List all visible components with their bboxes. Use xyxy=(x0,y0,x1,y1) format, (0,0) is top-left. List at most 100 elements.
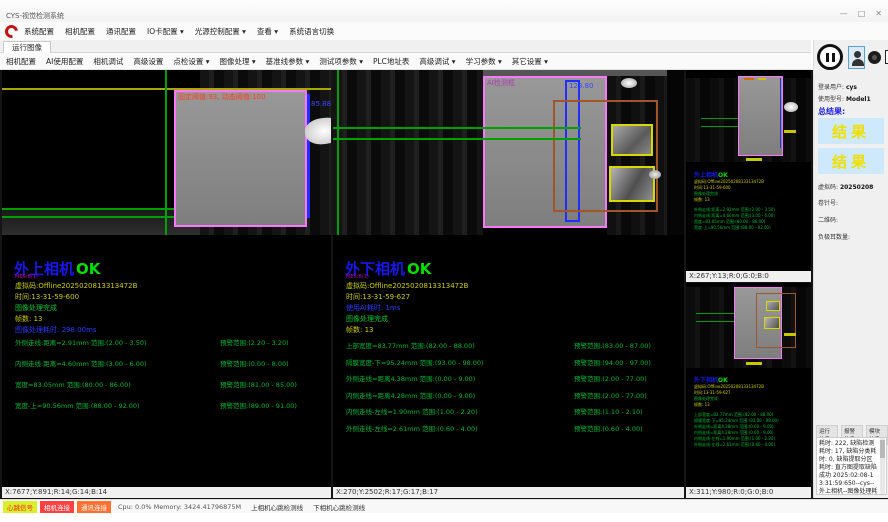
blue-measure-label: 123.80 xyxy=(569,82,594,90)
login-user-label: 登录用户: xyxy=(818,84,844,91)
menu-view[interactable]: 查看 ▾ xyxy=(257,26,278,37)
micro-annotation xyxy=(784,130,796,133)
lower-camera-heartbeat[interactable]: 下相机心跳检测线 xyxy=(313,502,365,512)
model-value: Model1 xyxy=(846,96,871,103)
menu-comm-config[interactable]: 通讯配置 xyxy=(106,26,136,37)
menu-system-config[interactable]: 系统配置 xyxy=(24,26,54,37)
tab-run-image[interactable]: 运行图像 xyxy=(3,41,51,53)
metal-highlight-2 xyxy=(649,170,661,179)
warn-range: 预警范围:(1.10 - 2.10) xyxy=(574,406,643,416)
menu-language-switch[interactable]: 系统语言切换 xyxy=(289,26,334,37)
pause-icon xyxy=(826,53,829,62)
guide-line-green-1 xyxy=(701,118,738,119)
roi-rect-pink xyxy=(738,76,783,156)
edge-line-green xyxy=(165,70,167,235)
pause-icon xyxy=(832,53,835,62)
log-scrollbar[interactable] xyxy=(880,438,885,494)
menu-light-config[interactable]: 光源控制配置 ▾ xyxy=(195,26,246,37)
floor-strip xyxy=(2,210,200,235)
measurement-list: 上部宽度=83.77mm 范围:(82.00 - 88.00)预警范围:(83.… xyxy=(346,340,651,433)
user-login-button[interactable] xyxy=(848,46,865,69)
scrollbar-thumb[interactable] xyxy=(880,440,885,458)
measurement-row: 外侧走线:距离=2.91mm 范围:(2.00 - 3.50)预警范围:(2.2… xyxy=(15,337,297,347)
micro-annotation xyxy=(784,333,796,336)
app-logo-icon xyxy=(2,22,20,40)
menu-io-config[interactable]: IO卡配置 ▾ xyxy=(147,26,184,37)
guide-line-green-1 xyxy=(333,127,581,129)
main-area: 固定阈值:93, 动态阈值:100 85.88 外上相机OK MES:B(1) … xyxy=(0,70,888,499)
measure-line-blue xyxy=(780,78,781,148)
guide-line-green-2 xyxy=(696,321,734,322)
measure-line-blue xyxy=(307,94,310,218)
tool-learning-params[interactable]: 学习参数 ▾ xyxy=(466,56,502,67)
time-line: 时间:13-31-59-600 xyxy=(15,292,79,302)
tool-plc-table[interactable]: PLC地址表 xyxy=(373,56,409,67)
mini-camera-panel-1: 外上相机OK 虚拟码:Offline2025020813313472B 时间:1… xyxy=(686,70,811,282)
mini-camera-image-2[interactable] xyxy=(686,283,811,368)
measurement-row: 宽度=83.05mm 范围:(80.00 - 86.00)预警范围:(81.00… xyxy=(15,379,297,389)
measurement-row: 宽度-上=90.56mm 范围:(88.00 - 92.00)预警范围:(89.… xyxy=(15,400,297,410)
tool-ai-config[interactable]: AI使用配置 xyxy=(46,56,83,67)
barcode-line: 虚拟码:Offline2025020813313472B xyxy=(346,281,468,291)
status-ok: OK xyxy=(718,172,728,179)
menubar: 系统配置 相机配置 通讯配置 IO卡配置 ▾ 光源控制配置 ▾ 查看 ▾ 系统语… xyxy=(0,22,888,40)
menu-camera-config[interactable]: 相机配置 xyxy=(65,26,95,37)
app-window: CYS-视觉检测系统 — □ ✕ 系统配置 相机配置 通讯配置 IO卡配置 ▾ … xyxy=(0,0,888,522)
close-icon[interactable]: ✕ xyxy=(875,9,882,18)
result-text: 结果 xyxy=(832,151,870,172)
defect-rect-yellow-1 xyxy=(611,124,653,156)
user-icon xyxy=(852,59,864,66)
tool-spot-check[interactable]: 点检设置 ▾ xyxy=(173,56,209,67)
virtual-code-label: 虚拟码: xyxy=(818,184,838,191)
tabstrip: 运行图像 xyxy=(0,40,811,53)
mini-camera-image-1[interactable] xyxy=(686,70,811,162)
result-box-upper: 结果 xyxy=(818,118,884,144)
pause-button[interactable] xyxy=(817,44,843,70)
warn-range: 预警范围:(0.60 - 4.00) xyxy=(574,423,643,433)
upper-camera-heartbeat[interactable]: 上相机心跳检测线 xyxy=(251,502,303,512)
tool-advanced-debug[interactable]: 高级调试 ▾ xyxy=(419,56,455,67)
tool-test-params[interactable]: 测试项参数 ▾ xyxy=(319,56,363,67)
window-controls: — □ ✕ xyxy=(840,9,882,18)
tool-advanced-settings[interactable]: 高级设置 xyxy=(133,56,163,67)
measurement-row: 内侧走线=距离4.28mm 范围:(0.00 - 9.00)预警范围:(2.00… xyxy=(346,390,651,400)
measure-value: 外侧走线=距离4.38mm 范围:(0.00 - 9.00) xyxy=(346,373,574,383)
pixel-coords-bar: X:7677;Y:891;R:14;G:14;B:14 xyxy=(2,487,331,498)
maximize-icon[interactable]: □ xyxy=(858,9,866,18)
mini-result-text: 外下相机OK 虚拟码:Offline2025020813313472B 时间:1… xyxy=(694,375,779,448)
metal-highlight-1 xyxy=(621,78,637,88)
camera-image-upper[interactable]: 固定阈值:93, 动态阈值:100 85.88 xyxy=(2,70,331,235)
measure-value: 外侧走线-左线=2.61mm 范围:(0.60 - 4.00) xyxy=(346,423,574,433)
result-text: 结果 xyxy=(832,121,870,142)
tab-count-label: 负极耳数量: xyxy=(818,234,850,241)
tool-camera-config[interactable]: 相机配置 xyxy=(6,56,36,67)
edge-line-green xyxy=(337,70,339,235)
measure-value: 宽度-上=90.56mm 范围:(88.00 - 92.00) xyxy=(15,400,220,410)
minimize-icon[interactable]: — xyxy=(840,9,848,18)
user-icon xyxy=(854,51,861,58)
roi-rect-pink xyxy=(174,90,307,227)
exit-button[interactable]: → xyxy=(884,47,888,68)
result-box-lower: 结果 xyxy=(818,148,884,174)
measure-value: 外侧走线-左线=2.61mm 范围:(0.60 - 4.00) xyxy=(694,442,779,448)
warn-range: 预警范围:(81.00 - 85.00) xyxy=(220,379,297,389)
measure-value: 外侧走线:距离=2.91mm 范围:(2.00 - 3.50) xyxy=(15,337,220,347)
guide-line-green-2 xyxy=(333,138,581,140)
status-ok: OK xyxy=(407,260,431,278)
micro-annotation xyxy=(744,78,754,80)
measure-value: 上部宽度=83.77mm 范围:(82.00 - 88.00) xyxy=(346,340,574,350)
qrcode-label: 二维码: xyxy=(818,217,838,224)
measure-value: 内侧走线=距离4.28mm 范围:(0.00 - 9.00) xyxy=(346,390,574,400)
camera-image-lower[interactable]: AI检测框 123.80 xyxy=(333,70,684,235)
virtual-code-value: 20250208 xyxy=(840,184,873,191)
result-sub-label: MES:B(1) xyxy=(15,274,38,280)
measure-value: 内侧走线:距离=4.60mm 范围:(3.00 - 6.00) xyxy=(15,358,220,368)
settings-button[interactable] xyxy=(867,47,882,68)
blue-measure-label: 85.88 xyxy=(311,100,331,108)
total-result-label: 总结果: xyxy=(818,106,845,117)
tool-other-settings[interactable]: 其它设置 ▾ xyxy=(512,56,548,67)
tool-image-process[interactable]: 图像处理 ▾ xyxy=(220,56,256,67)
warn-range: 预警范围:(2.00 - 77.00) xyxy=(574,373,647,383)
tool-camera-debug[interactable]: 相机调试 xyxy=(93,56,123,67)
tool-baseline-params[interactable]: 基准线参数 ▾ xyxy=(266,56,310,67)
